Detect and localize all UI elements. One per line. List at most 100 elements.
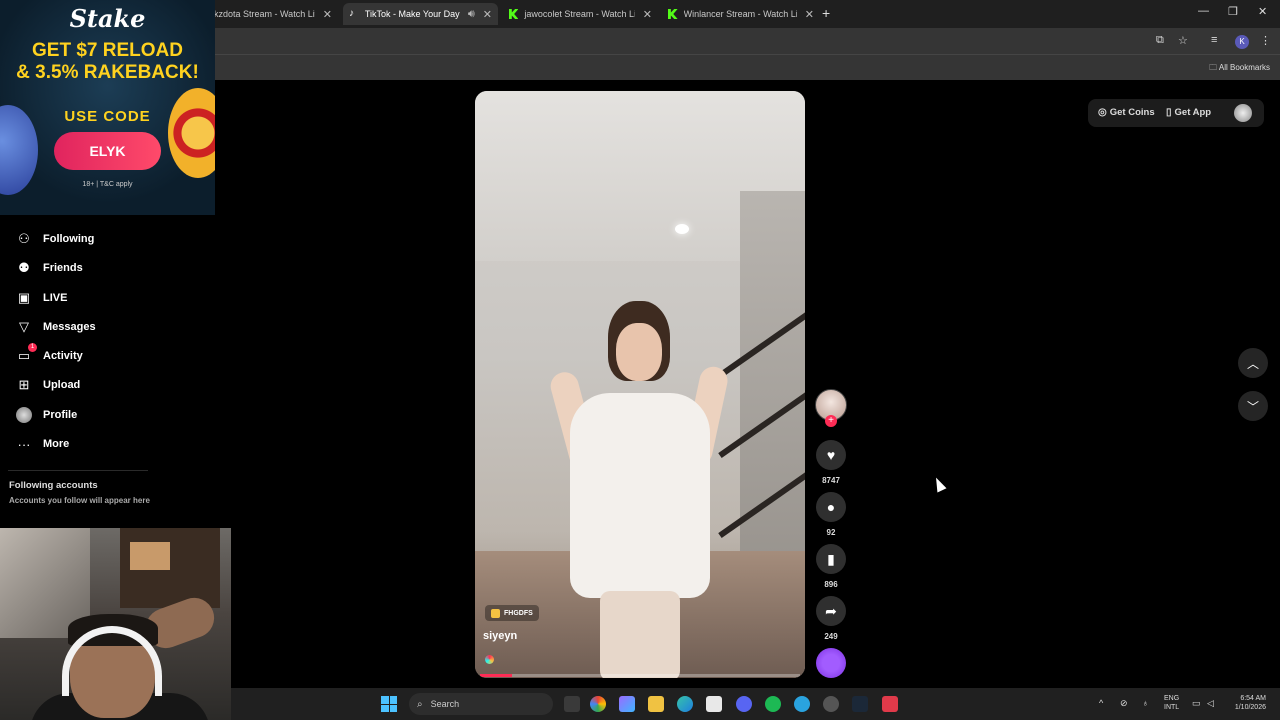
tab-kzdota[interactable]: kzdota Stream - Watch Live ✕ xyxy=(208,3,338,25)
upload-icon: ⊞ xyxy=(18,377,30,392)
close-icon[interactable]: ✕ xyxy=(643,8,652,21)
taskbar-search[interactable]: ⌕ Search xyxy=(409,693,553,715)
share-button[interactable]: ➦ xyxy=(816,596,846,626)
webcam-box xyxy=(130,542,170,570)
sidebar-item-label: Messages xyxy=(43,321,96,333)
video-tag[interactable]: FHGDFS xyxy=(485,605,539,621)
comment-button[interactable]: ● xyxy=(816,492,846,522)
store-icon[interactable] xyxy=(706,696,722,712)
chrome-icon[interactable] xyxy=(590,696,606,712)
video-person xyxy=(520,301,750,678)
keyboard-layout: INTL xyxy=(1164,704,1180,711)
save-count: 896 xyxy=(824,580,838,589)
close-icon[interactable]: ✕ xyxy=(805,8,814,21)
all-bookmarks-button[interactable]: 🗀︎ All Bookmarks xyxy=(1209,62,1270,76)
video-ceiling-light xyxy=(675,224,689,234)
tab-tiktok[interactable]: ♪ TikTok - Make Your Day 🔊︎ ✕ xyxy=(343,3,498,25)
get-app-button[interactable]: ▯ Get App xyxy=(1166,107,1211,118)
close-icon[interactable]: ✕ xyxy=(323,8,332,21)
sidebar-item-more[interactable]: ··· More xyxy=(16,434,70,454)
app-icon[interactable] xyxy=(882,696,898,712)
sidebar-item-live[interactable]: ▣ LIVE xyxy=(16,288,68,308)
more-icon: ··· xyxy=(17,436,31,452)
comment-count: 92 xyxy=(826,528,836,537)
language-indicator[interactable]: ENG INTL xyxy=(1164,694,1179,712)
sidebar-item-profile[interactable]: Profile xyxy=(16,405,77,425)
comment-icon: ● xyxy=(826,499,836,515)
all-bookmarks-label: All Bookmarks xyxy=(1218,63,1270,72)
minimize-icon[interactable]: — xyxy=(1198,5,1209,17)
sound-disc[interactable] xyxy=(816,648,846,678)
taskbar-search-label: Search xyxy=(430,699,460,709)
steam-icon[interactable] xyxy=(852,696,868,712)
microphone-icon[interactable]: ♁ xyxy=(1142,698,1149,708)
menu-icon[interactable]: ⋮ xyxy=(1260,34,1271,47)
folder-icon: 🗀︎ xyxy=(1209,63,1218,72)
discord-icon[interactable] xyxy=(736,696,752,712)
video-username[interactable]: siyeyn xyxy=(483,630,517,642)
close-icon[interactable]: ✕ xyxy=(483,8,492,21)
display-icon[interactable]: ▭ xyxy=(1192,698,1201,709)
clock-date: 1/10/2026 xyxy=(1234,704,1266,711)
previous-video-button[interactable]: ︿ xyxy=(1238,348,1268,378)
copilot-icon[interactable] xyxy=(619,696,635,712)
spotify-icon[interactable] xyxy=(765,696,781,712)
file-explorer-icon[interactable] xyxy=(648,696,664,712)
following-icon: ⚇ xyxy=(18,231,30,246)
telegram-icon[interactable] xyxy=(794,696,810,712)
windows-start-icon[interactable] xyxy=(381,696,397,712)
speaker-icon[interactable]: 🔊︎ xyxy=(468,8,475,21)
kick-icon xyxy=(509,9,519,19)
sidebar-item-friends[interactable]: ⚉ Friends xyxy=(16,258,83,278)
tab-jawocolet[interactable]: jawocolet Stream - Watch Live ✕ xyxy=(503,3,658,25)
save-button[interactable]: ▮ xyxy=(816,544,846,574)
media-control-icon[interactable]: ≡ xyxy=(1211,34,1217,46)
windows-taskbar: ⌕ Search ^ ⊘ ♁ ENG INTL ▭ ◁ 6:54 AM 1/10… xyxy=(231,688,1280,720)
language-code: ENG xyxy=(1164,695,1180,702)
next-video-button[interactable]: ﹀ xyxy=(1238,391,1268,421)
tab-title: TikTok - Make Your Day xyxy=(364,9,460,19)
tray-chevron-up-icon[interactable]: ^ xyxy=(1099,698,1103,708)
video-progress-bar[interactable] xyxy=(480,674,800,677)
get-coins-label: Get Coins xyxy=(1109,107,1155,118)
ad-headline: GET $7 RELOAD & 3.5% RAKEBACK! xyxy=(0,40,215,84)
person-legs xyxy=(600,591,680,678)
sidebar-item-label: LIVE xyxy=(43,292,68,304)
sidebar-item-label: More xyxy=(43,438,70,450)
new-tab-button[interactable]: + xyxy=(822,5,830,21)
share-count: 249 xyxy=(824,632,838,641)
get-coins-button[interactable]: ◎ Get Coins xyxy=(1098,107,1155,118)
following-accounts-subtitle: Accounts you follow will appear here xyxy=(9,496,150,505)
bookmark-star-icon[interactable]: ☆ xyxy=(1178,34,1188,47)
taskbar-clock[interactable]: 6:54 AM 1/10/2026 xyxy=(1216,694,1266,712)
sidebar-item-label: Friends xyxy=(43,262,83,274)
tab-title: jawocolet Stream - Watch Live xyxy=(524,9,635,19)
app-icon[interactable] xyxy=(823,696,839,712)
edge-icon[interactable] xyxy=(677,696,693,712)
search-icon: ⌕ xyxy=(417,698,423,710)
profile-avatar[interactable]: K xyxy=(1235,35,1249,49)
bookmark-icon: ▮ xyxy=(827,550,835,567)
sidebar-item-messages[interactable]: ▽ Messages xyxy=(16,317,96,337)
sidebar-item-label: Upload xyxy=(43,379,81,391)
close-window-icon[interactable]: ✕ xyxy=(1258,5,1267,18)
person-shirt xyxy=(570,393,710,598)
tiktok-icon: ♪ xyxy=(349,8,354,19)
music-icon[interactable] xyxy=(485,655,494,664)
task-view-icon[interactable] xyxy=(564,696,580,712)
video-player[interactable]: FHGDFS siyeyn xyxy=(475,91,805,678)
sidebar-item-activity[interactable]: ▭ 1 Activity xyxy=(16,343,83,366)
like-button[interactable]: ♥ xyxy=(816,440,846,470)
restore-icon[interactable]: ❐ xyxy=(1228,5,1238,18)
tab-winlancer[interactable]: Winlancer Stream - Watch Live ✕ xyxy=(662,3,820,25)
like-count: 8747 xyxy=(822,476,840,485)
network-icon[interactable]: ⊘ xyxy=(1120,698,1128,709)
avatar[interactable] xyxy=(1234,104,1252,122)
live-icon: ▣ xyxy=(17,290,31,305)
sidebar-item-following[interactable]: ⚇ Following xyxy=(16,229,94,249)
sidebar-item-label: Following xyxy=(43,233,95,245)
volume-icon[interactable]: ◁ xyxy=(1207,698,1214,709)
install-icon[interactable]: ⧉ xyxy=(1156,34,1164,47)
sidebar-item-upload[interactable]: ⊞ Upload xyxy=(16,375,81,395)
follow-plus-icon[interactable]: + xyxy=(825,415,837,427)
